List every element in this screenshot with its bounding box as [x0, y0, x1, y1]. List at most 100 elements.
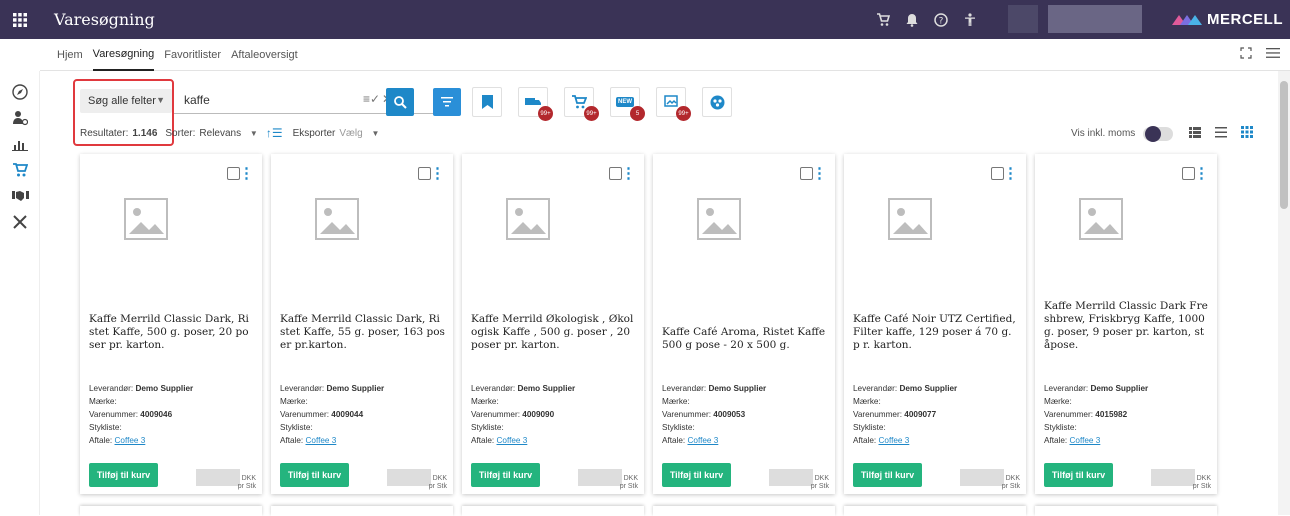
- price-unit: DKK pr Stk: [1002, 475, 1020, 491]
- shop-cart-icon[interactable]: [10, 160, 30, 180]
- add-to-cart-button[interactable]: Tilføj til kurv: [853, 463, 922, 487]
- add-to-cart-button[interactable]: Tilføj til kurv: [89, 463, 158, 487]
- tools-icon[interactable]: [10, 212, 30, 232]
- fullscreen-icon[interactable]: [1240, 47, 1252, 62]
- accessibility-icon[interactable]: [957, 7, 983, 33]
- itemno-value: 4015982: [1095, 410, 1128, 419]
- bell-icon[interactable]: [899, 7, 925, 33]
- export-label: Eksporter: [292, 127, 336, 139]
- image-placeholder-icon: [124, 198, 168, 240]
- more-options-icon[interactable]: ⋮: [430, 164, 445, 182]
- add-to-cart-button[interactable]: Tilføj til kurv: [471, 463, 540, 487]
- supplier-label: Leverandør:: [471, 384, 516, 393]
- brand-label: Mærke:: [1044, 397, 1072, 406]
- tab-home[interactable]: Hjem: [57, 40, 83, 70]
- results-bar: Resultater: 1.146 Sorter: Relevans ▼ ↑☰ …: [80, 126, 379, 140]
- search-field-select[interactable]: Søg alle felter ▼: [80, 89, 172, 113]
- currency-label: DKK: [814, 475, 829, 482]
- svg-text:?: ?: [939, 16, 944, 26]
- search-options-icon[interactable]: ≡✓: [363, 92, 380, 106]
- add-to-cart-button[interactable]: Tilføj til kurv: [662, 463, 731, 487]
- per-unit-label: pr Stk: [810, 483, 829, 490]
- sort-select[interactable]: Relevans ▼: [199, 128, 257, 139]
- export-select-value: Vælg: [339, 127, 363, 139]
- price-unit: DKK pr Stk: [620, 475, 638, 491]
- product-title[interactable]: Kaffe Merrild Classic Dark, Ri stet Kaff…: [89, 313, 256, 352]
- list-view-icon[interactable]: [1189, 126, 1202, 141]
- help-icon[interactable]: ?: [928, 7, 954, 33]
- agreement-link[interactable]: Coffee 3: [688, 436, 719, 445]
- image-placeholder-icon: [315, 198, 359, 240]
- more-options-icon[interactable]: ⋮: [1194, 164, 1209, 182]
- product-card[interactable]: ⋮ Kaffe Merrild Classic Dark, Ri stet Ka…: [271, 154, 453, 494]
- price-blurred: [1151, 469, 1195, 486]
- filter-icon: [441, 97, 453, 107]
- more-options-icon[interactable]: ⋮: [812, 164, 827, 182]
- scrollbar-thumb[interactable]: [1280, 81, 1288, 209]
- sort-order-icon[interactable]: ↑☰: [266, 126, 283, 140]
- mercell-logo: MERCELL: [1172, 0, 1283, 39]
- cart-badge: 99+: [584, 106, 599, 121]
- currency-label: DKK: [241, 475, 256, 482]
- results-count: 1.146: [132, 127, 158, 139]
- product-title[interactable]: Kaffe Merrild Økologisk , Økol ogisk Kaf…: [471, 313, 638, 352]
- more-options-icon[interactable]: ⋮: [621, 164, 636, 182]
- tab-product-search[interactable]: Varesøgning: [92, 39, 155, 71]
- supplier-icon[interactable]: [10, 108, 30, 128]
- sustainability-button[interactable]: [702, 87, 732, 117]
- scrollbar[interactable]: [1278, 71, 1290, 515]
- product-title[interactable]: Kaffe Café Noir UTZ Certified, Filter ka…: [853, 313, 1020, 352]
- product-card[interactable]: ⋮ Kaffe Merrild Økologisk , Økol ogisk K…: [462, 154, 644, 494]
- agreement-link[interactable]: Coffee 3: [115, 436, 146, 445]
- delivery-button[interactable]: 99+: [518, 87, 553, 121]
- product-card[interactable]: ⋮ Kaffe Café Noir UTZ Certified, Filter …: [844, 154, 1026, 494]
- product-card[interactable]: ⋮ Kaffe Merrild Classic Dark, Ri stet Ka…: [80, 154, 262, 494]
- price-unit: DKK pr Stk: [429, 475, 447, 491]
- agreement-link[interactable]: Coffee 3: [497, 436, 528, 445]
- grid-view-icon[interactable]: [1241, 126, 1254, 141]
- export-select[interactable]: Vælg ▼: [339, 128, 379, 139]
- cart-icon[interactable]: [870, 7, 896, 33]
- sort-value: Relevans: [199, 127, 242, 139]
- user-name-blurred[interactable]: [1048, 5, 1142, 33]
- add-to-cart-button[interactable]: Tilføj til kurv: [280, 463, 349, 487]
- product-title[interactable]: Kaffe Merrild Classic Dark, Ri stet Kaff…: [280, 313, 447, 352]
- app-launcher-icon[interactable]: [0, 0, 39, 39]
- add-to-cart-button[interactable]: Tilføj til kurv: [1044, 463, 1113, 487]
- app-title: Varesøgning: [54, 10, 155, 29]
- new-icon: NEW: [616, 97, 634, 107]
- bom-label: Stykliste:: [853, 423, 886, 432]
- vat-toggle[interactable]: [1143, 125, 1174, 142]
- search-query-text: kaffe: [184, 93, 210, 107]
- filter-button[interactable]: [433, 88, 461, 116]
- per-unit-label: pr Stk: [237, 483, 256, 490]
- chevron-down-icon: ▼: [371, 128, 380, 138]
- product-meta: Leverandør: Demo Supplier Mærke: Varenum…: [1044, 382, 1148, 447]
- more-options-icon[interactable]: ⋮: [239, 164, 254, 182]
- product-title[interactable]: Kaffe Merrild Classic Dark Fre shbrew, F…: [1044, 300, 1211, 352]
- tab-favorites[interactable]: Favoritlister: [164, 40, 221, 70]
- bookmark-button[interactable]: [472, 87, 502, 117]
- agreement-link[interactable]: Coffee 3: [879, 436, 910, 445]
- agreement-label: Aftale:: [471, 436, 495, 445]
- menu-icon[interactable]: [1266, 47, 1280, 62]
- agreement-link[interactable]: Coffee 3: [1070, 436, 1101, 445]
- image-search-button[interactable]: 99+: [656, 87, 691, 121]
- compass-icon[interactable]: [10, 82, 30, 102]
- more-options-icon[interactable]: ⋮: [1003, 164, 1018, 182]
- product-title[interactable]: Kaffe Café Aroma, Ristet Kaffe 500 g pos…: [662, 326, 829, 352]
- handshake-icon[interactable]: [10, 186, 30, 206]
- analytics-icon[interactable]: [10, 134, 30, 154]
- product-card[interactable]: ⋮ Kaffe Café Aroma, Ristet Kaffe 500 g p…: [653, 154, 835, 494]
- brand-label: Mærke:: [471, 397, 499, 406]
- product-card[interactable]: ⋮ Kaffe Merrild Classic Dark Fre shbrew,…: [1035, 154, 1217, 494]
- cart-filter-button[interactable]: 99+: [564, 87, 599, 121]
- compact-view-icon[interactable]: [1215, 126, 1228, 141]
- user-avatar[interactable]: [1008, 5, 1038, 33]
- search-button[interactable]: [386, 88, 414, 116]
- tab-agreements[interactable]: Aftaleoversigt: [231, 40, 298, 70]
- new-items-button[interactable]: NEW 5: [610, 87, 645, 121]
- supplier-value: Demo Supplier: [1090, 384, 1149, 393]
- agreement-link[interactable]: Coffee 3: [306, 436, 337, 445]
- results-label: Resultater:: [80, 127, 129, 139]
